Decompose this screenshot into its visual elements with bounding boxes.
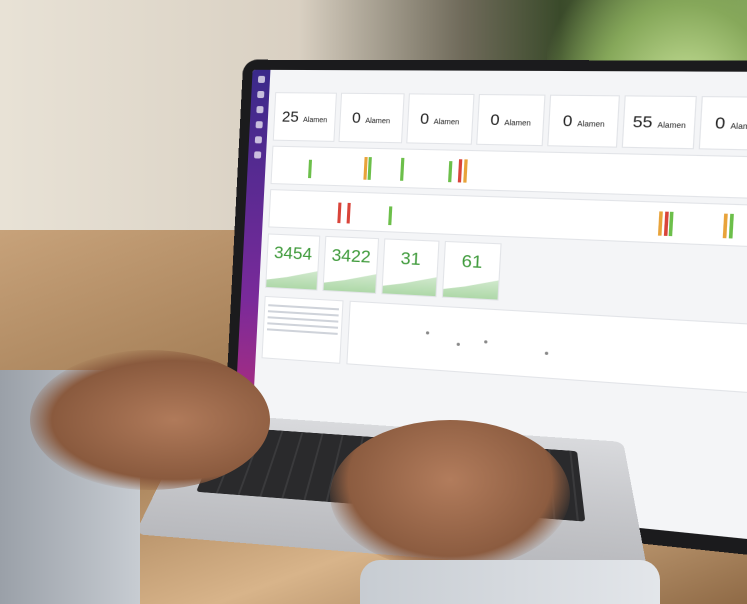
kpi-card[interactable]: 61 — [441, 240, 502, 301]
kpi-card[interactable]: 31 — [381, 238, 440, 298]
kpi-value: 3454 — [273, 242, 313, 264]
alarm-unit: Alamen — [504, 119, 531, 128]
kpi-caption — [326, 237, 378, 241]
alarm-count: 0 — [714, 114, 726, 134]
kpi-value: 31 — [400, 248, 422, 270]
timeline-bar — [462, 159, 468, 183]
sidebar-icon[interactable] — [253, 151, 261, 159]
alarm-count: 0 — [562, 112, 573, 131]
timeline-bar — [337, 202, 342, 224]
kpi-value: 3422 — [331, 245, 372, 267]
list-item[interactable] — [268, 304, 340, 311]
alarm-unit: Alamen — [302, 116, 328, 125]
timeline-bar — [346, 202, 351, 224]
alarm-count: 0 — [419, 110, 430, 129]
sidebar-icon[interactable] — [257, 75, 265, 83]
kpi-sparkline — [443, 278, 499, 300]
kpi-caption — [446, 242, 501, 246]
kpi-card[interactable]: 3422 — [322, 235, 380, 294]
scatter-point — [544, 351, 549, 356]
timeline-bar — [658, 211, 664, 236]
scatter-point — [484, 340, 488, 344]
scatter-plot — [346, 300, 747, 394]
alarm-card[interactable]: 55 Alamen — [622, 95, 698, 150]
kpi-card[interactable]: 3454 — [265, 233, 321, 291]
right-sleeve — [360, 560, 660, 604]
alarm-unit: Alamen — [365, 117, 391, 126]
sidebar-icon[interactable] — [254, 136, 262, 144]
alarm-card[interactable]: 0 Alamen — [547, 94, 621, 148]
timeline-bar — [307, 159, 312, 179]
list-item[interactable] — [267, 322, 339, 329]
kpi-caption — [269, 235, 319, 239]
kpi-sparkline — [382, 275, 436, 297]
alarm-card[interactable]: 0 Alamen — [338, 92, 405, 144]
left-hand — [30, 350, 270, 490]
timeline-bar — [400, 157, 405, 181]
kpi-sparkline — [266, 269, 317, 290]
alarm-card[interactable]: 25 Alamen — [272, 92, 337, 142]
filter-list — [261, 295, 344, 364]
scatter-point — [425, 331, 430, 335]
list-item[interactable] — [266, 328, 338, 335]
timeline-bar — [362, 156, 368, 180]
alarm-count: 25 — [281, 108, 300, 126]
alarm-card[interactable]: 0 Alamen — [475, 93, 547, 147]
right-hand — [330, 420, 570, 570]
timeline-bar — [367, 157, 372, 180]
sidebar-icon[interactable] — [255, 121, 263, 129]
timeline-bar — [457, 159, 463, 183]
alarm-count: 55 — [632, 112, 653, 132]
scatter-point — [456, 342, 460, 347]
alarm-count: 0 — [489, 111, 501, 130]
list-item[interactable] — [267, 310, 339, 317]
timeline-bar — [728, 213, 734, 239]
timeline-bar — [669, 211, 674, 237]
sidebar-icon[interactable] — [255, 106, 264, 114]
kpi-sparkline — [324, 272, 377, 293]
bottom-panel — [261, 295, 747, 394]
alarm-unit: Alamen — [657, 122, 686, 131]
timeline-bar — [448, 161, 453, 183]
kpi-caption — [385, 239, 438, 243]
alarm-card[interactable]: 0 Alamen — [405, 93, 475, 145]
alarm-count: 0 — [351, 109, 362, 127]
timeline-bar — [388, 206, 393, 226]
alarm-unit: Alamen — [577, 120, 605, 129]
sidebar-icon[interactable] — [256, 90, 264, 99]
alarm-unit: Alamen — [433, 118, 460, 127]
timeline-bar — [663, 211, 669, 236]
alarm-card[interactable]: 0 Alamen — [698, 96, 747, 151]
alarm-unit: Alamen — [730, 123, 747, 132]
list-item[interactable] — [267, 316, 339, 323]
timeline-bar — [722, 213, 728, 239]
kpi-value: 61 — [461, 251, 483, 273]
alarm-row: 25 Alamen 0 Alamen 0 Alamen 0 Alamen 0 A… — [272, 92, 747, 151]
top-bar: ☰ ● — [275, 74, 747, 92]
